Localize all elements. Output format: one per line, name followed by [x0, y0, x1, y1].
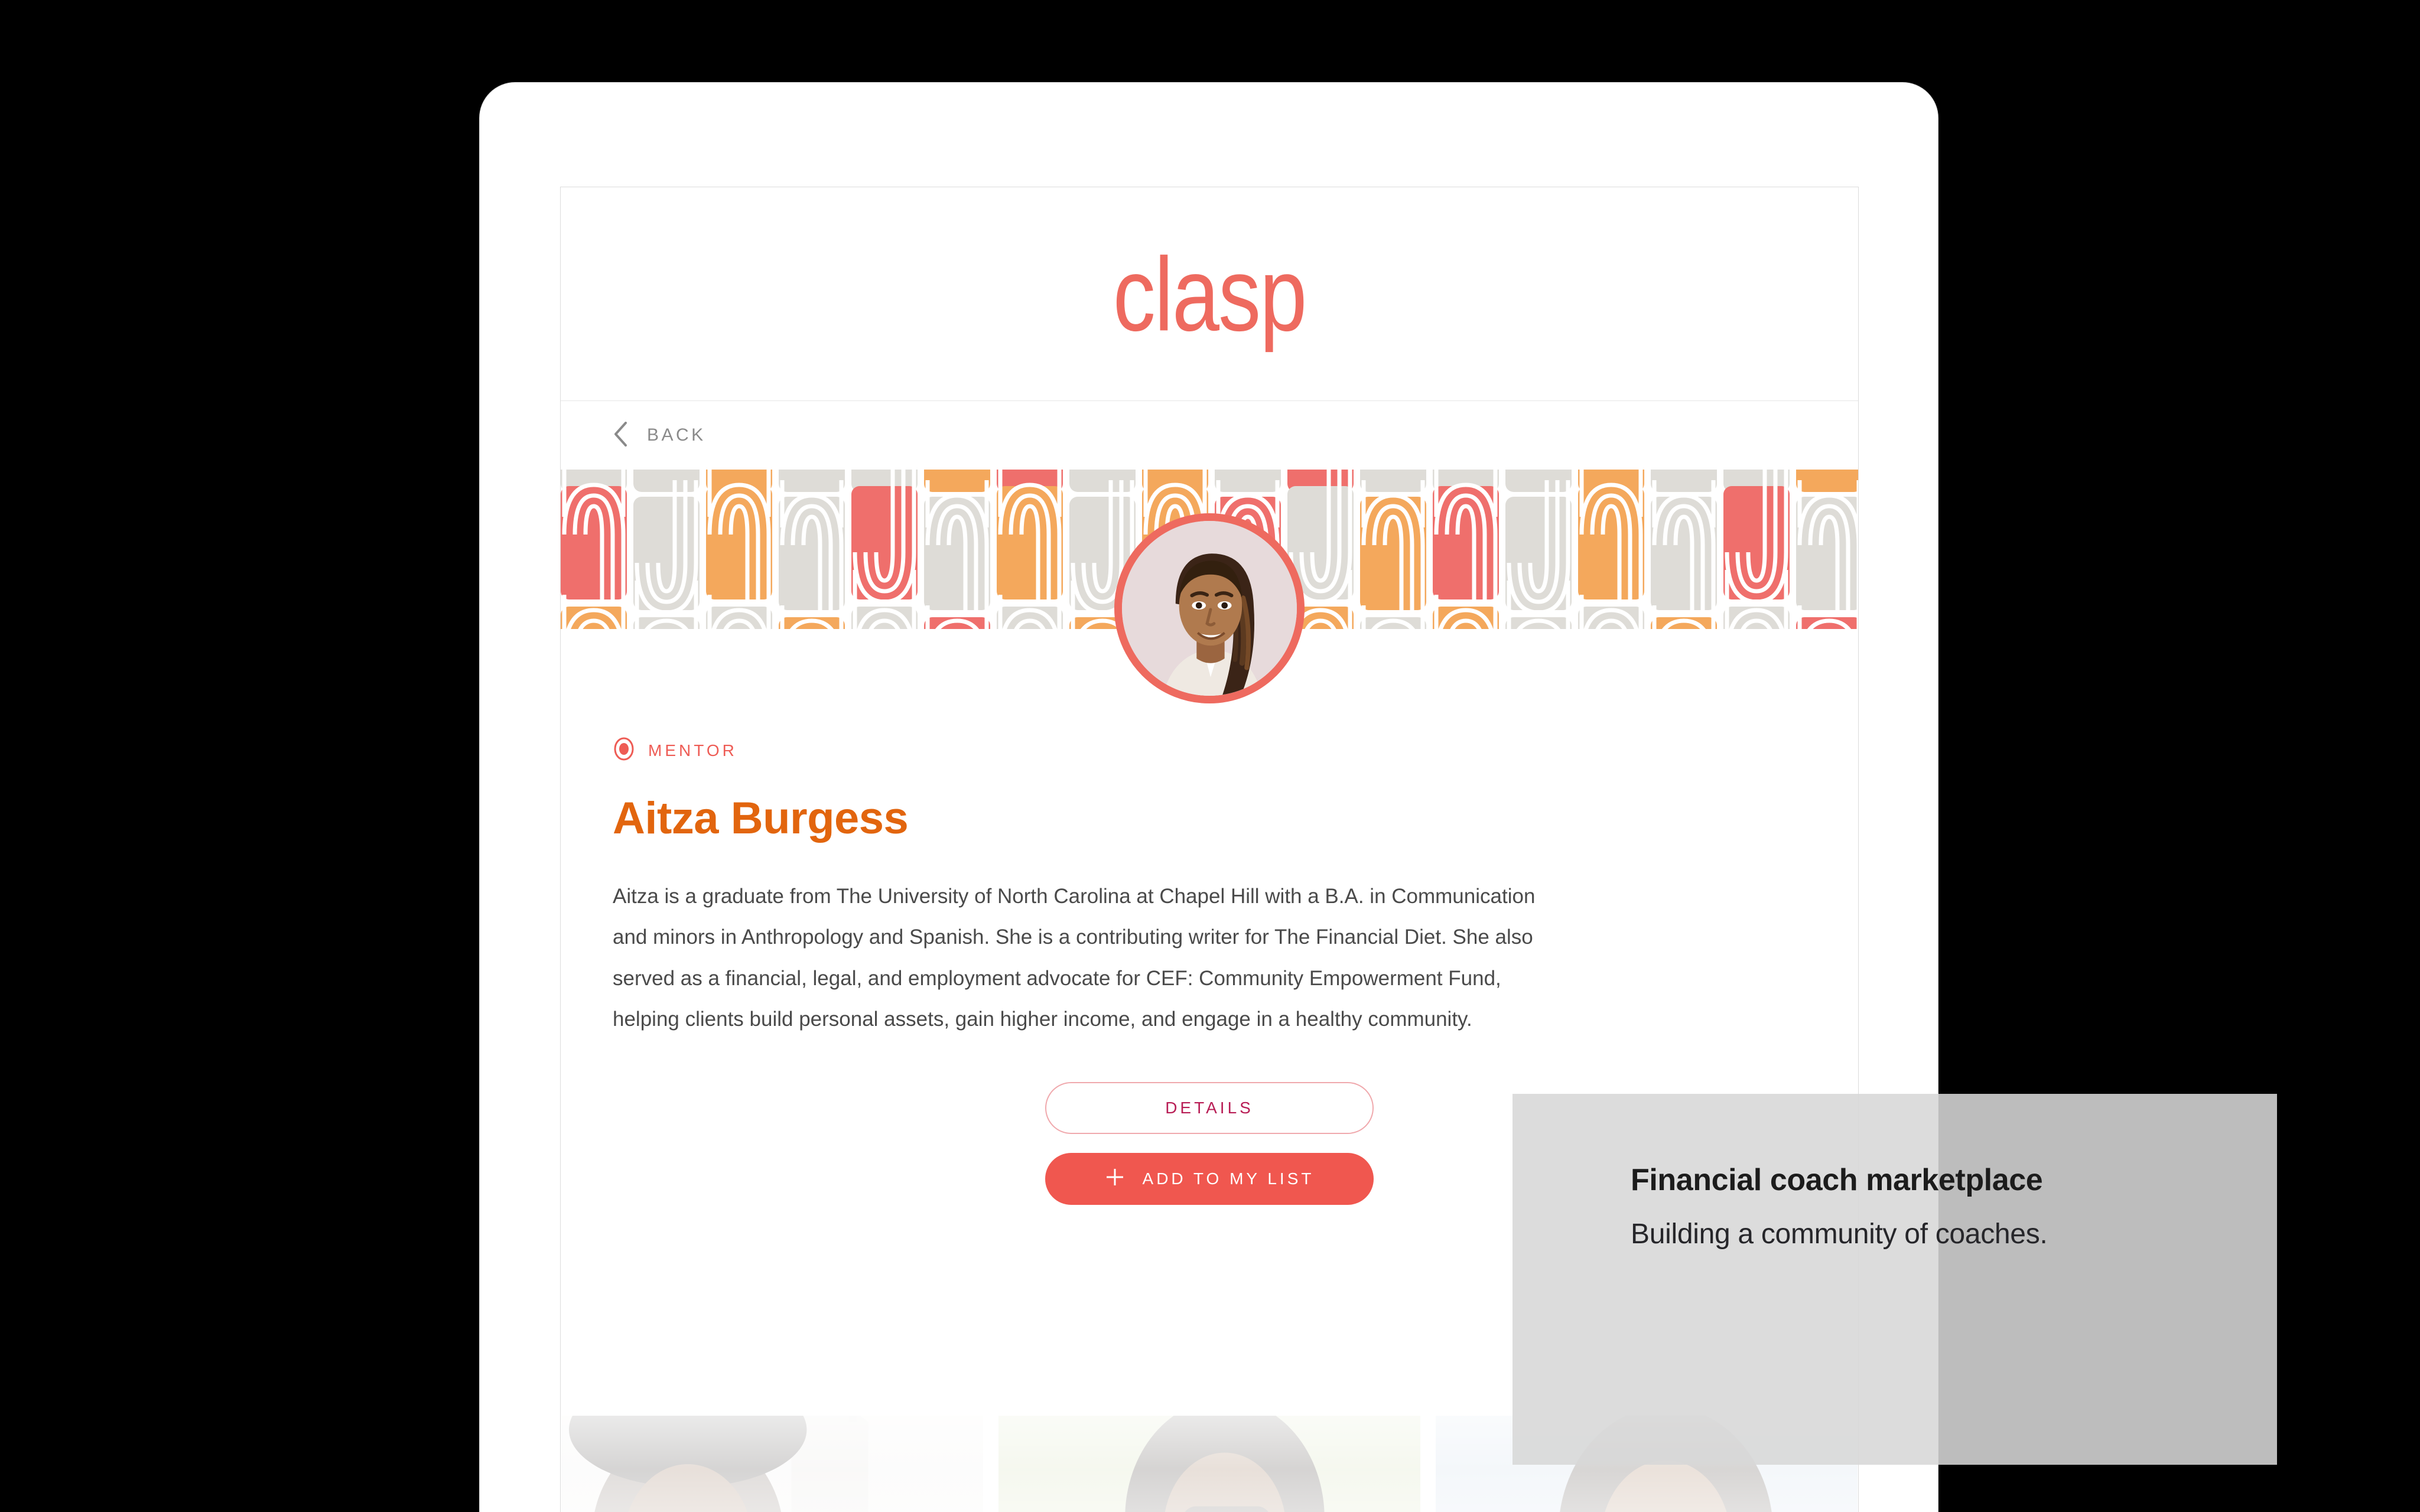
- radio-dot-icon: [613, 737, 635, 764]
- add-to-my-list-label: ADD TO MY LIST: [1142, 1169, 1315, 1188]
- avatar: [1114, 513, 1305, 703]
- add-to-my-list-button[interactable]: ADD TO MY LIST: [1045, 1153, 1374, 1205]
- avatar-ring: [1114, 513, 1305, 703]
- brand-header: clasp: [561, 187, 1858, 401]
- status-badge: MENTOR: [613, 737, 1806, 764]
- page-title: Aitza Burgess: [613, 793, 909, 843]
- plus-icon: [1105, 1167, 1125, 1191]
- clasp-logo[interactable]: clasp: [1113, 242, 1307, 346]
- chevron-left-icon: [613, 421, 629, 451]
- photo-thumbnail[interactable]: [561, 1416, 983, 1512]
- details-button[interactable]: DETAILS: [1045, 1082, 1374, 1135]
- screenshot-stage: clasp BACK MENTOR Aitza Burgess Aitza is…: [0, 0, 2420, 1512]
- photo-thumbnail[interactable]: [998, 1416, 1420, 1512]
- back-button[interactable]: BACK: [561, 401, 1858, 470]
- caption-subtitle: Building a community of coaches.: [1631, 1218, 2048, 1250]
- back-button-label: BACK: [647, 425, 706, 445]
- caption-overlay-panel: Financial coach marketplace Building a c…: [1512, 1094, 2277, 1465]
- caption-title: Financial coach marketplace: [1631, 1163, 2043, 1197]
- status-badge-label: MENTOR: [648, 741, 737, 760]
- mentor-portrait-photo: [1122, 521, 1297, 696]
- profile-bio: Aitza is a graduate from The University …: [613, 885, 1536, 1031]
